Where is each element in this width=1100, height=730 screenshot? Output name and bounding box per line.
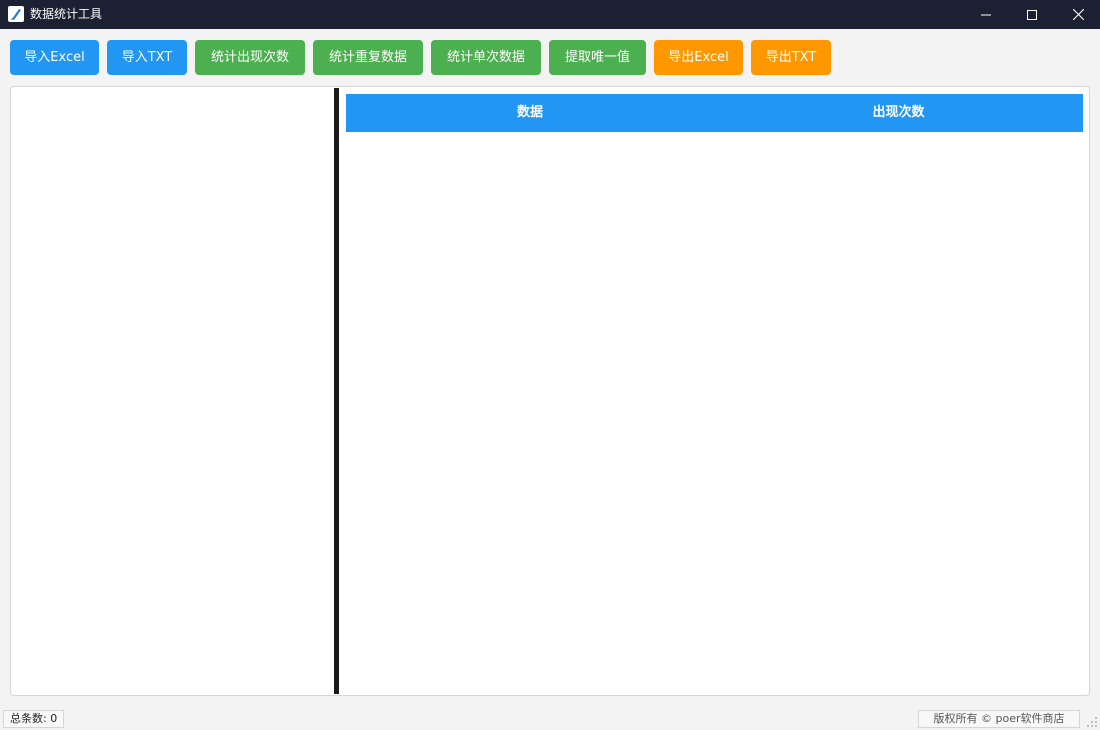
window-title: 数据统计工具	[30, 7, 103, 21]
maximize-icon	[1027, 9, 1037, 20]
column-header-count[interactable]: 出现次数	[714, 94, 1083, 132]
close-button[interactable]	[1055, 0, 1100, 29]
resize-grip-icon[interactable]	[1086, 716, 1098, 728]
import-txt-button[interactable]: 导入TXT	[107, 40, 187, 75]
copyright-status: 版权所有 © poer软件商店	[918, 710, 1080, 728]
close-icon	[1072, 9, 1084, 20]
results-table-header: 数据 出现次数	[346, 94, 1083, 132]
title-bar[interactable]: 数据统计工具	[0, 0, 1100, 29]
import-excel-button[interactable]: 导入Excel	[10, 40, 99, 75]
count-occurrences-button[interactable]: 统计出现次数	[195, 40, 305, 75]
count-single-button[interactable]: 统计单次数据	[431, 40, 541, 75]
maximize-button[interactable]	[1009, 0, 1055, 29]
input-text-area[interactable]	[12, 88, 334, 694]
extract-unique-button[interactable]: 提取唯一值	[549, 40, 646, 75]
minimize-button[interactable]	[963, 0, 1009, 29]
column-header-data[interactable]: 数据	[346, 94, 714, 132]
minimize-icon	[981, 14, 991, 15]
total-count-status: 总条数: 0	[3, 710, 65, 728]
count-duplicates-button[interactable]: 统计重复数据	[313, 40, 423, 75]
pane-splitter[interactable]	[334, 88, 339, 694]
app-window: 数据统计工具 导入Excel 导入TXT 统计出现次数 统计重复数据 统计单次数…	[0, 0, 1100, 730]
export-excel-button[interactable]: 导出Excel	[654, 40, 743, 75]
app-icon	[8, 6, 24, 22]
main-panel: 数据 出现次数	[10, 86, 1090, 696]
export-txt-button[interactable]: 导出TXT	[751, 40, 831, 75]
toolbar: 导入Excel 导入TXT 统计出现次数 统计重复数据 统计单次数据 提取唯一值…	[0, 40, 1100, 75]
